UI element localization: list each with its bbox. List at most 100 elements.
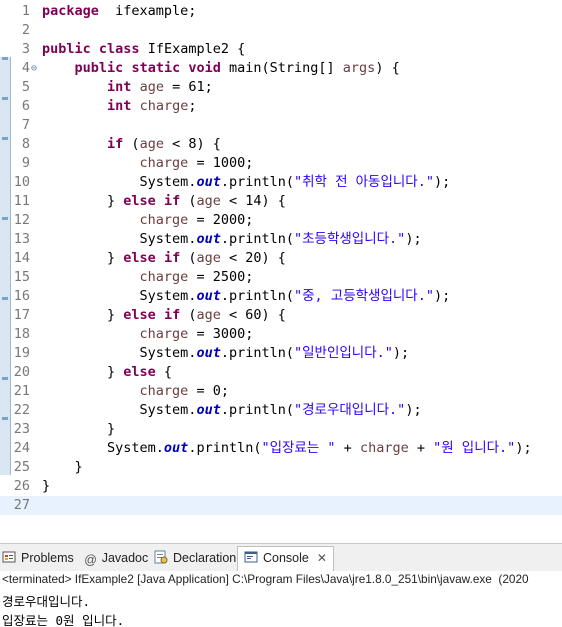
code-line[interactable]: 19 System.out.println("일반인입니다."); [0, 344, 562, 363]
token-var: age [139, 136, 164, 152]
code-line[interactable]: 2 [0, 21, 562, 40]
code-editor[interactable]: 1 package ifexample; 2 3 public class IfExam… [0, 0, 562, 518]
code-line[interactable]: 13 System.out.println("초등학생입니다."); [0, 230, 562, 249]
token-kw: else [123, 307, 156, 323]
code-line[interactable]: 11 } else if (age < 14) { [0, 192, 562, 211]
code-text: } else { [42, 363, 172, 382]
token-var: charge [139, 383, 189, 399]
code-line[interactable]: 8 if (age < 8) { [0, 135, 562, 154]
tab-javadoc[interactable]: @ Javadoc [84, 547, 148, 569]
code-text: System.out.println("경로우대입니다."); [42, 401, 422, 420]
code-line[interactable]: 20 } else { [0, 363, 562, 382]
code-line[interactable]: 15 charge = 2500; [0, 268, 562, 287]
code-text: } [42, 420, 115, 439]
code-line[interactable]: 14 } else if (age < 20) { [0, 249, 562, 268]
code-line[interactable]: 16 System.out.println("중, 고등학생입니다."); [0, 287, 562, 306]
line-number: 19 [13, 345, 30, 361]
token-plain: = 2500; [188, 269, 254, 285]
code-line[interactable]: 6 int charge; [0, 97, 562, 116]
console-header: <terminated> IfExample2 [Java Applicatio… [2, 572, 529, 586]
code-line[interactable]: 18 charge = 3000; [0, 325, 562, 344]
token-plain: ; [188, 98, 197, 114]
code-text: charge = 2500; [42, 268, 254, 287]
code-line[interactable]: 9 charge = 1000; [0, 154, 562, 173]
console-line: 입장료는 0원 입니다. [2, 613, 125, 627]
code-text: charge = 3000; [42, 325, 254, 344]
token-var: age [196, 193, 221, 209]
token-plain: ( [180, 250, 197, 266]
line-number: 4 [21, 60, 30, 76]
code-line[interactable]: 12 charge = 2000; [0, 211, 562, 230]
line-number: 14 [13, 250, 30, 266]
console-output[interactable]: <terminated> IfExample2 [Java Applicatio… [0, 571, 562, 627]
code-text: charge = 1000; [42, 154, 254, 173]
line-number: 24 [13, 440, 30, 456]
token-plain: } [42, 250, 124, 266]
token-plain: ifexample; [98, 3, 197, 19]
code-line[interactable]: 21 charge = 0; [0, 382, 562, 401]
token-plain: ) { [375, 60, 400, 76]
code-line[interactable]: 7 [0, 116, 562, 135]
close-icon[interactable]: ✕ [317, 551, 327, 565]
token-fld: out [196, 345, 221, 361]
token-plain: } [42, 364, 124, 380]
code-text: } else if (age < 60) { [42, 306, 286, 325]
token-plain: System. [42, 440, 164, 456]
token-str: "초등학생입니다." [293, 231, 406, 247]
token-plain: < 8) { [163, 136, 221, 152]
token-plain: .println( [220, 174, 294, 190]
problems-icon [2, 551, 16, 563]
token-var: charge [139, 212, 189, 228]
code-line[interactable]: 5 int age = 61; [0, 78, 562, 97]
code-line[interactable]: 23 } [0, 420, 562, 439]
code-line[interactable]: 25 } [0, 458, 562, 477]
code-line[interactable]: 24 System.out.println("입장료는 " + charge +… [0, 439, 562, 458]
token-plain: ); [392, 345, 410, 361]
code-text: System.out.println("일반인입니다."); [42, 344, 410, 363]
token-plain: .println( [220, 402, 294, 418]
token-plain: } [42, 421, 116, 437]
line-number: 20 [13, 364, 30, 380]
token-plain: ); [515, 440, 532, 456]
code-line[interactable]: 4 ⊖ public static void main(String[] args… [0, 59, 562, 78]
line-number: 1 [21, 3, 30, 19]
code-text: System.out.println("취학 전 아동입니다."); [42, 173, 451, 192]
code-line[interactable]: 27 [0, 496, 562, 515]
code-line[interactable]: 10 System.out.println("취학 전 아동입니다."); [0, 173, 562, 192]
tab-problems-label: Problems [21, 551, 74, 565]
code-text: package ifexample; [42, 2, 196, 21]
token-str: "입장료는 " [261, 440, 336, 456]
tab-problems[interactable]: Problems [2, 547, 74, 569]
token-kw: public [74, 60, 124, 76]
code-line[interactable]: 22 System.out.println("경로우대입니다."); [0, 401, 562, 420]
line-number: 8 [21, 136, 30, 152]
bottom-panel-tabbar: Problems @ Javadoc Declaration Console ✕ [0, 543, 562, 572]
code-text: System.out.println("중, 고등학생입니다."); [42, 287, 451, 306]
token-kw: if [163, 307, 181, 323]
token-plain: ); [405, 231, 422, 247]
token-str: "중, 고등학생입니다." [293, 288, 434, 304]
code-line[interactable]: 17 } else if (age < 60) { [0, 306, 562, 325]
tab-console[interactable]: Console ✕ [237, 546, 334, 572]
code-line[interactable]: 1 package ifexample; [0, 2, 562, 21]
code-line[interactable]: 3 public class IfExample2 { [0, 40, 562, 59]
tab-declaration[interactable]: Declaration [154, 547, 236, 569]
token-kw: if [107, 136, 124, 152]
fold-collapse-icon[interactable]: ⊖ [31, 59, 37, 78]
token-fld: out [196, 402, 221, 418]
code-line[interactable]: 26} [0, 477, 562, 496]
token-var: charge [139, 155, 189, 171]
token-kw: else [123, 250, 156, 266]
code-text: if (age < 8) { [42, 135, 221, 154]
line-number: 12 [13, 212, 30, 228]
token-str: "일반인입니다." [293, 345, 393, 361]
token-plain: System. [42, 231, 197, 247]
token-plain: { [155, 364, 173, 380]
tab-declaration-label: Declaration [173, 551, 237, 565]
token-var: age [196, 307, 221, 323]
